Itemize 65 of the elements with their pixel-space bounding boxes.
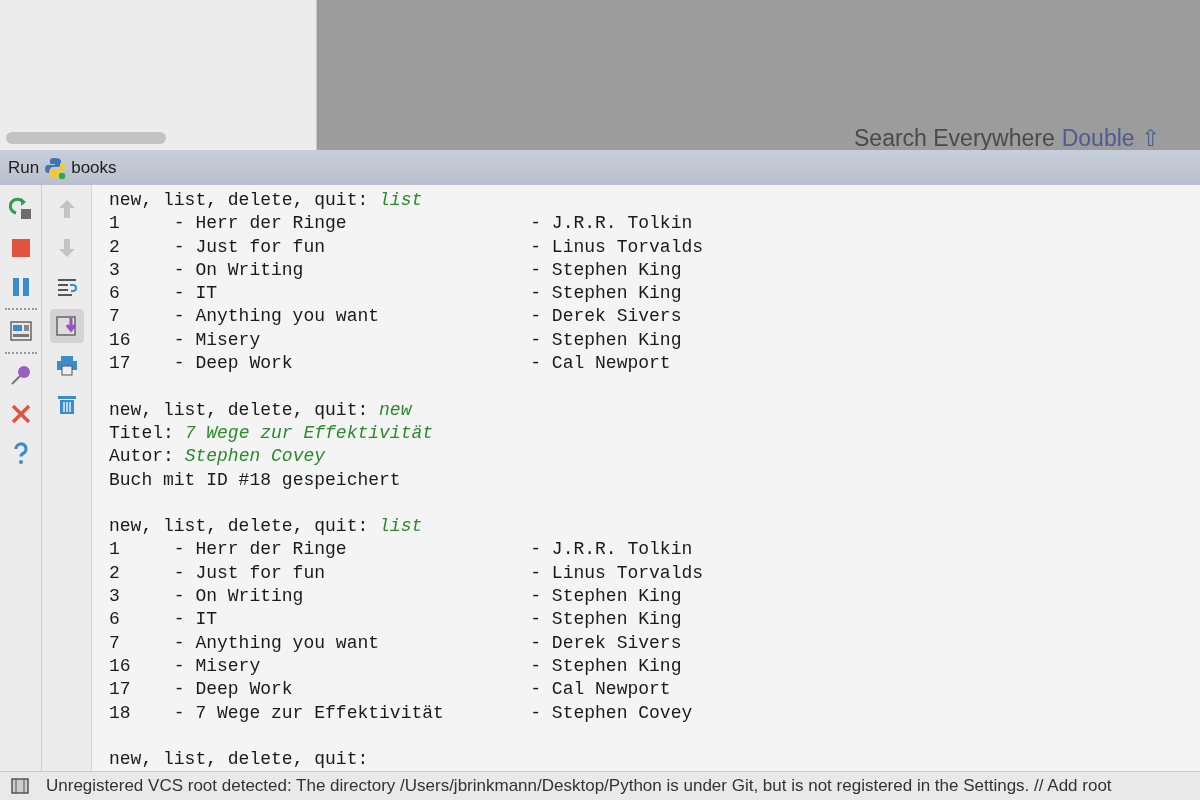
- status-message: Unregistered VCS root detected: The directory /Users/jbrinkmann/Desktop/Python is under Git, but is not registered in the Settings. // Add root: [46, 776, 1112, 796]
- book-id: 7: [109, 305, 121, 329]
- book-title: - Deep Work: [173, 678, 294, 702]
- rerun-icon[interactable]: [8, 197, 33, 221]
- console-line: Titel: 7 Wege zur Effektivität: [109, 421, 434, 445]
- console-line: new, list, delete, quit: new: [109, 398, 412, 422]
- book-id: 6: [109, 608, 121, 632]
- book-author: - Linus Torvalds: [530, 235, 704, 259]
- book-author: - Stephen King: [530, 608, 682, 632]
- book-author: - Derek Sivers: [530, 631, 682, 655]
- scroll-to-end-button[interactable]: [49, 309, 84, 343]
- book-id: 6: [109, 282, 121, 306]
- book-author: - Stephen King: [530, 258, 682, 282]
- book-author: - J.R.R. Tolkin: [530, 212, 693, 236]
- book-title: - Misery: [173, 654, 262, 678]
- book-title: - Deep Work: [173, 352, 294, 376]
- book-id: 1: [109, 538, 121, 562]
- book-id: 7: [109, 631, 121, 655]
- book-title: - Herr der Ringe: [173, 538, 348, 562]
- book-id: 17: [109, 352, 132, 376]
- panel-toggle-icon[interactable]: [10, 776, 30, 796]
- book-author: - Stephen King: [530, 585, 682, 609]
- console-line: new, list, delete, quit:: [109, 748, 369, 772]
- book-title: - Anything you want: [173, 631, 381, 655]
- book-id: 16: [109, 654, 132, 678]
- book-title: - Anything you want: [173, 305, 381, 329]
- book-title: - On Writing: [173, 585, 305, 609]
- book-id: 3: [109, 258, 121, 282]
- search-hint: Search Everywhere: [854, 124, 1055, 151]
- book-author: - J.R.R. Tolkin: [530, 538, 693, 562]
- book-id: 2: [109, 235, 121, 259]
- book-author: - Stephen King: [530, 282, 682, 306]
- book-author: - Stephen King: [530, 654, 682, 678]
- book-author: - Stephen King: [530, 328, 682, 352]
- shortcut-hint: Double ⇧: [1061, 124, 1160, 151]
- book-title: - On Writing: [173, 258, 305, 282]
- book-id: 1: [109, 212, 121, 236]
- book-title: - IT: [173, 282, 218, 306]
- book-author: - Derek Sivers: [530, 305, 682, 329]
- book-title: - Misery: [173, 328, 262, 352]
- book-id: 2: [109, 561, 121, 585]
- console-line: new, list, delete, quit: list: [109, 515, 423, 539]
- book-title: - Just for fun: [173, 561, 327, 585]
- book-title: - IT: [173, 608, 218, 632]
- print-icon[interactable]: [54, 353, 79, 377]
- book-id: 17: [109, 678, 132, 702]
- layout-icon[interactable]: [8, 319, 33, 343]
- book-id: 18: [109, 701, 132, 725]
- run-config-name[interactable]: books: [71, 157, 117, 178]
- panel-title: Run: [8, 157, 40, 178]
- book-id: 16: [109, 328, 132, 352]
- book-author: - Cal Newport: [530, 352, 671, 376]
- python-icon: [43, 155, 68, 180]
- book-id: 3: [109, 585, 121, 609]
- book-title: - Herr der Ringe: [173, 212, 348, 236]
- book-title: - Just for fun: [173, 235, 327, 259]
- console-line: new, list, delete, quit: list: [109, 189, 423, 212]
- book-author: - Cal Newport: [530, 678, 671, 702]
- console-line: Buch mit ID #18 gespeichert: [109, 468, 401, 492]
- console-line: Autor: Stephen Covey: [109, 445, 326, 469]
- down-arrow-window-icon: [54, 314, 79, 338]
- book-author: - Stephen Covey: [530, 701, 693, 725]
- book-author: - Linus Torvalds: [530, 561, 704, 585]
- book-title: - 7 Wege zur Effektivität: [173, 701, 445, 725]
- scrollbar[interactable]: [6, 132, 166, 144]
